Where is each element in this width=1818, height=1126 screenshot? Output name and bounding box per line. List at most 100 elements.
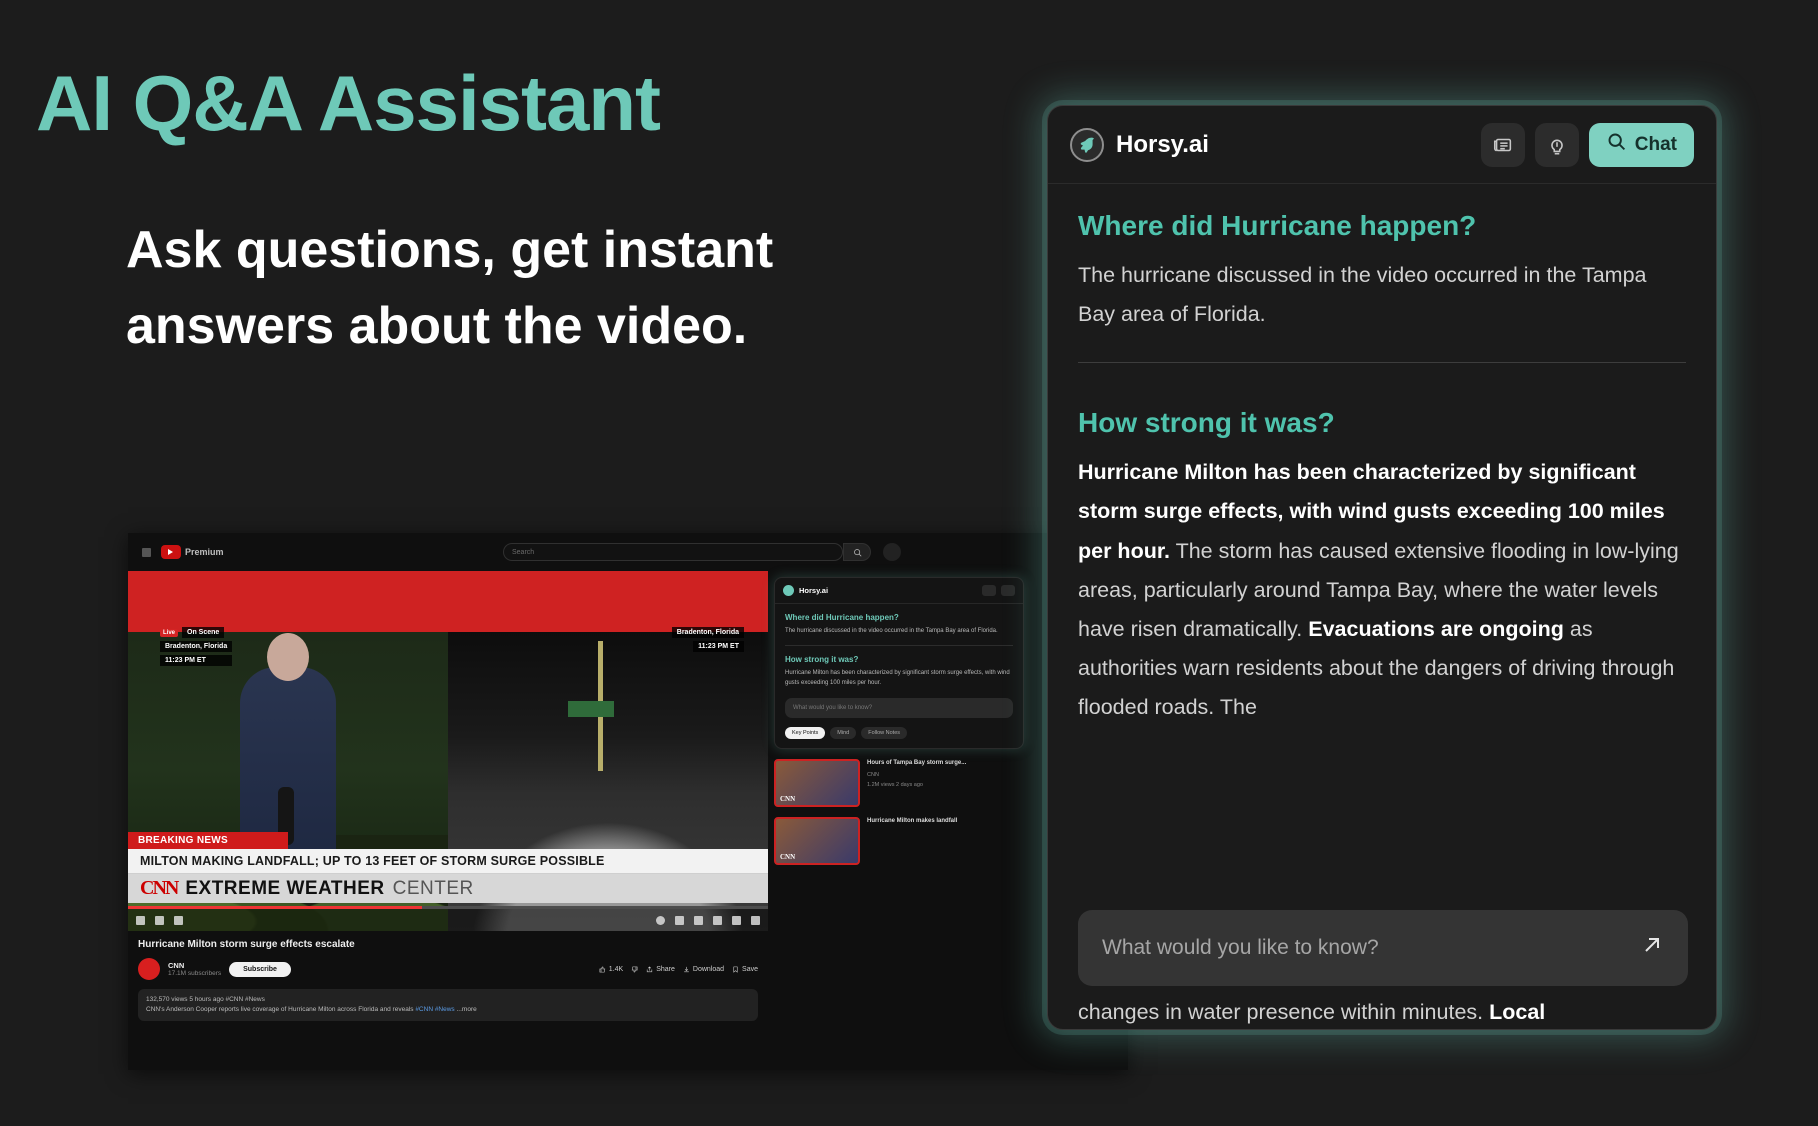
embedded-panel-header: Horsy.ai xyxy=(775,578,1023,604)
horsy-assistant-panel[interactable]: Horsy.ai Chat Where did Hurricane happen… xyxy=(1047,105,1717,1030)
save-button[interactable]: Save xyxy=(732,966,758,973)
save-label: Save xyxy=(742,965,758,973)
play-icon[interactable] xyxy=(136,915,145,925)
chat-button-label: Chat xyxy=(1634,133,1677,155)
browser-top-bar: Premium Search xyxy=(128,533,1128,571)
location-label-right: Bradenton, Florida xyxy=(671,627,744,638)
search-input[interactable]: Search xyxy=(503,543,843,561)
qa-block-2: How strong it was? Hurricane Milton has … xyxy=(1078,407,1686,727)
qa-block-1: Where did Hurricane happen? The hurrican… xyxy=(1078,210,1686,334)
channel-name[interactable]: CNN xyxy=(168,961,221,970)
embedded-horsy-panel[interactable]: Horsy.ai Where did Hurricane happen? The… xyxy=(774,577,1024,749)
qa-question: Where did Hurricane happen? xyxy=(1078,210,1477,241)
microphone-icon[interactable] xyxy=(883,543,901,561)
embedded-panel-body: Where did Hurricane happen? The hurrican… xyxy=(775,604,1023,748)
embedded-ask-input[interactable]: What would you like to know? xyxy=(785,697,1013,718)
download-label: Download xyxy=(692,965,725,973)
share-label: Share xyxy=(656,965,675,973)
right-location-badges: Bradenton, Florida 11:23 PM ET xyxy=(671,627,744,652)
video-page-screenshot: Premium Search Live On Scene Bradenton, … xyxy=(128,533,1128,1070)
description-more[interactable]: ...more xyxy=(457,1006,477,1013)
panel-header-actions: Chat xyxy=(1480,122,1694,167)
miniplayer-icon[interactable] xyxy=(713,915,722,925)
embedded-brand-name: Horsy.ai xyxy=(799,586,829,595)
video-description[interactable]: 132,570 views 5 hours ago #CNN #News CNN… xyxy=(138,989,758,1021)
theater-icon[interactable] xyxy=(732,915,741,925)
channel-avatar[interactable] xyxy=(138,958,160,980)
program-name-bold: EXTREME WEATHER xyxy=(185,877,385,899)
search-icon xyxy=(1606,131,1627,158)
site-logo[interactable]: Premium xyxy=(161,545,224,559)
embedded-tab-0[interactable]: Key Points xyxy=(785,726,826,739)
settings-icon[interactable] xyxy=(694,915,703,925)
news-headline: MILTON MAKING LANDFALL; UP TO 13 FEET OF… xyxy=(128,849,768,874)
embedded-tab-2[interactable]: Follow Notes xyxy=(861,726,908,739)
horse-head-icon xyxy=(1070,127,1104,162)
player-controls xyxy=(128,909,768,931)
like-count: 1.4K xyxy=(608,965,624,973)
play-logo-icon xyxy=(161,545,181,559)
live-badge: Live On Scene xyxy=(160,627,232,638)
brand-name: Horsy.ai xyxy=(1116,130,1209,158)
embedded-tabs: Key Points Mind Follow Notes xyxy=(785,726,1013,739)
time-label-right: 11:23 PM ET xyxy=(693,641,744,652)
channel-row: CNN 17.1M subscribers Subscribe 1.4K Sha… xyxy=(138,958,758,980)
search-icon[interactable] xyxy=(843,543,871,561)
lightbulb-icon[interactable] xyxy=(1534,122,1579,167)
autoplay-icon[interactable] xyxy=(656,915,665,925)
qa-answer: The hurricane discussed in the video occ… xyxy=(1078,263,1647,327)
next-icon[interactable] xyxy=(155,915,164,925)
breaking-news-tag: BREAKING NEWS xyxy=(128,832,288,849)
embedded-question-1: Where did Hurricane happen? xyxy=(785,613,899,622)
horse-head-icon xyxy=(783,585,794,596)
thumbs-down-icon[interactable] xyxy=(631,966,638,973)
hamburger-icon[interactable] xyxy=(142,547,151,557)
subscribe-button[interactable]: Subscribe xyxy=(229,961,291,977)
qa-question: How strong it was? xyxy=(1078,407,1335,439)
search-placeholder: Search xyxy=(512,548,535,556)
program-name-light: CENTER xyxy=(392,877,474,899)
cnn-logo: CNN xyxy=(140,877,179,899)
lower-third: BREAKING NEWS MILTON MAKING LANDFALL; UP… xyxy=(128,832,768,903)
video-page-body: Live On Scene Bradenton, Florida 11:23 P… xyxy=(128,571,1128,1070)
lightbulb-icon[interactable] xyxy=(1001,585,1015,596)
brand: Horsy.ai xyxy=(1070,127,1209,162)
embedded-question-2: How strong it was? xyxy=(785,655,859,665)
panel-header: Horsy.ai Chat xyxy=(1048,106,1716,184)
site-logo-label: Premium xyxy=(185,547,224,557)
subscriber-count: 17.1M subscribers xyxy=(168,970,222,977)
live-tag: Live xyxy=(160,628,179,637)
description-hashtags[interactable]: #CNN #News xyxy=(415,1006,454,1013)
fullscreen-icon[interactable] xyxy=(751,915,760,925)
chat-button[interactable]: Chat xyxy=(1588,122,1694,167)
share-button[interactable]: Share xyxy=(646,966,675,973)
qa-divider xyxy=(1078,362,1686,364)
embedded-answer-1: The hurricane discussed in the video occ… xyxy=(785,628,998,634)
video-metadata: Hurricane Milton storm surge effects esc… xyxy=(128,931,768,1029)
video-player[interactable]: Live On Scene Bradenton, Florida 11:23 P… xyxy=(128,571,768,931)
article-icon[interactable] xyxy=(1480,122,1525,167)
qa-answer: Hurricane Milton has been characterized … xyxy=(1078,453,1686,727)
panel-body: Where did Hurricane happen? The hurrican… xyxy=(1048,184,1716,1029)
left-location-badges: Live On Scene Bradenton, Florida 11:23 P… xyxy=(160,627,233,666)
volume-icon[interactable] xyxy=(174,915,183,925)
qa-answer-truncated: changes in water presence within minutes… xyxy=(1078,999,1546,1024)
related-thumbnail xyxy=(774,758,860,807)
embedded-tab-1[interactable]: Mind xyxy=(830,726,857,739)
page-title: AI Q&A Assistant xyxy=(36,59,661,147)
location-label-left: Bradenton, Florida xyxy=(160,641,233,652)
arrow-up-right-icon[interactable] xyxy=(1640,933,1664,963)
embedded-divider xyxy=(785,645,1013,647)
qa-answer-bold-2: Evacuations are ongoing xyxy=(1308,616,1564,641)
download-button[interactable]: Download xyxy=(683,966,724,973)
subtitles-icon[interactable] xyxy=(675,915,684,925)
street-sign xyxy=(568,701,614,717)
ask-input-container[interactable]: What would you like to know? xyxy=(1078,910,1688,986)
related-thumbnail xyxy=(774,816,860,865)
page-subtitle: Ask questions, get instant answers about… xyxy=(126,221,774,356)
article-icon[interactable] xyxy=(982,585,996,596)
on-scene-label: On Scene xyxy=(182,627,225,638)
qa-answer-truncated-bold: Local xyxy=(1489,999,1546,1024)
video-title: Hurricane Milton storm surge effects esc… xyxy=(138,939,355,950)
like-button[interactable]: 1.4K xyxy=(599,966,623,973)
